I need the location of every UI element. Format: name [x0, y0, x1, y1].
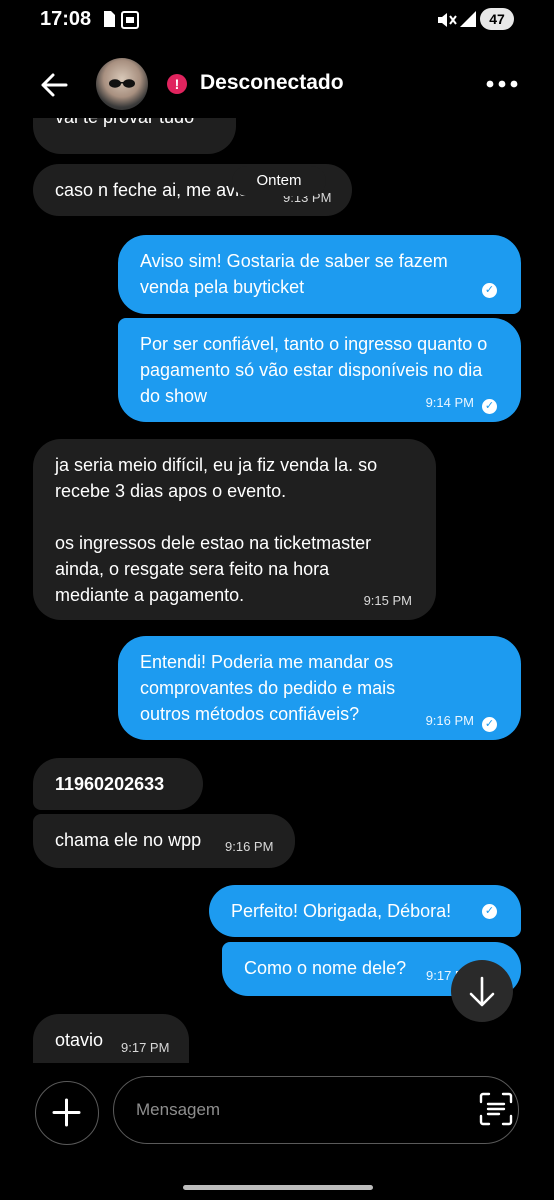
status-time: 17:08 [40, 8, 92, 30]
message-bubble-incoming[interactable]: vai te provar tudo [33, 118, 236, 154]
message-bubble-outgoing[interactable]: Perfeito! Obrigada, Débora! ✓ [209, 885, 521, 937]
message-text: os ingressos dele estao na ticketmaster … [55, 533, 372, 605]
message-bubble-incoming[interactable]: ja seria meio difícil, eu ja fiz venda l… [33, 439, 436, 620]
message-time: 9:14 PM [425, 395, 474, 410]
battery-indicator: 47 [480, 8, 514, 30]
scan-text-button[interactable] [475, 1088, 517, 1130]
message-text: 11960202633 [55, 774, 165, 794]
home-indicator[interactable] [183, 1185, 373, 1190]
alert-icon: ! [167, 74, 187, 94]
connection-status: Desconectado [200, 71, 344, 94]
sim-card-icon [104, 11, 115, 27]
screen-record-icon [121, 11, 139, 29]
more-horizontal-icon[interactable] [486, 77, 518, 91]
add-attachment-button[interactable] [35, 1081, 99, 1145]
message-bubble-incoming[interactable]: otavio 9:17 PM [33, 1014, 189, 1063]
check-circle-icon: ✓ [482, 717, 497, 732]
avatar-glasses [109, 79, 135, 88]
signal-icon [460, 11, 476, 27]
message-time: 9:16 PM [225, 839, 274, 854]
scroll-to-bottom-button[interactable] [451, 960, 513, 1022]
message-bubble-outgoing[interactable]: Por ser confiável, tanto o ingresso quan… [118, 318, 521, 422]
scan-text-icon [479, 1092, 513, 1126]
message-bubble-incoming[interactable]: chama ele no wpp 9:16 PM [33, 814, 295, 868]
message-text: chama ele no wpp [55, 830, 202, 850]
message-list[interactable]: vai te provar tudo caso n feche ai, me a… [0, 118, 554, 1063]
message-time: 9:17 PM [121, 1040, 170, 1055]
check-circle-icon: ✓ [482, 399, 497, 414]
message-bubble-outgoing[interactable]: Entendi! Poderia me mandar os comprovant… [118, 636, 521, 740]
day-separator: Ontem [232, 166, 326, 196]
message-bubble-incoming[interactable]: 11960202633 [33, 758, 203, 810]
message-text: otavio [55, 1030, 104, 1050]
message-text: ja seria meio difícil, eu ja fiz venda l… [55, 455, 378, 501]
arrow-down-icon [469, 976, 495, 1007]
avatar[interactable] [96, 58, 148, 110]
check-circle-icon: ✓ [482, 904, 497, 919]
arrow-left-icon[interactable] [36, 67, 72, 103]
message-text: Perfeito! Obrigada, Débora! [231, 901, 452, 921]
check-circle-icon: ✓ [482, 283, 497, 298]
message-text: Como o nome dele? [244, 958, 407, 978]
message-meta: 9:16 PM ✓ [426, 708, 497, 734]
message-meta: 9:14 PM ✓ [426, 390, 497, 416]
message-time: 9:16 PM [425, 713, 474, 728]
message-bubble-outgoing[interactable]: Aviso sim! Gostaria de saber se fazem ve… [118, 235, 521, 314]
status-bar: 17:08 47 [0, 0, 554, 40]
chat-header: ! Desconectado [0, 55, 554, 115]
message-text: Aviso sim! Gostaria de saber se fazem ve… [140, 251, 448, 297]
message-time: 9:15 PM [363, 593, 412, 608]
message-text: Entendi! Poderia me mandar os comprovant… [140, 652, 396, 724]
message-text: caso n feche ai, me avise [55, 180, 259, 200]
mute-icon [438, 13, 457, 27]
message-text: vai te provar tudo [55, 118, 194, 127]
message-input[interactable] [113, 1076, 519, 1144]
plus-icon [52, 1098, 81, 1127]
